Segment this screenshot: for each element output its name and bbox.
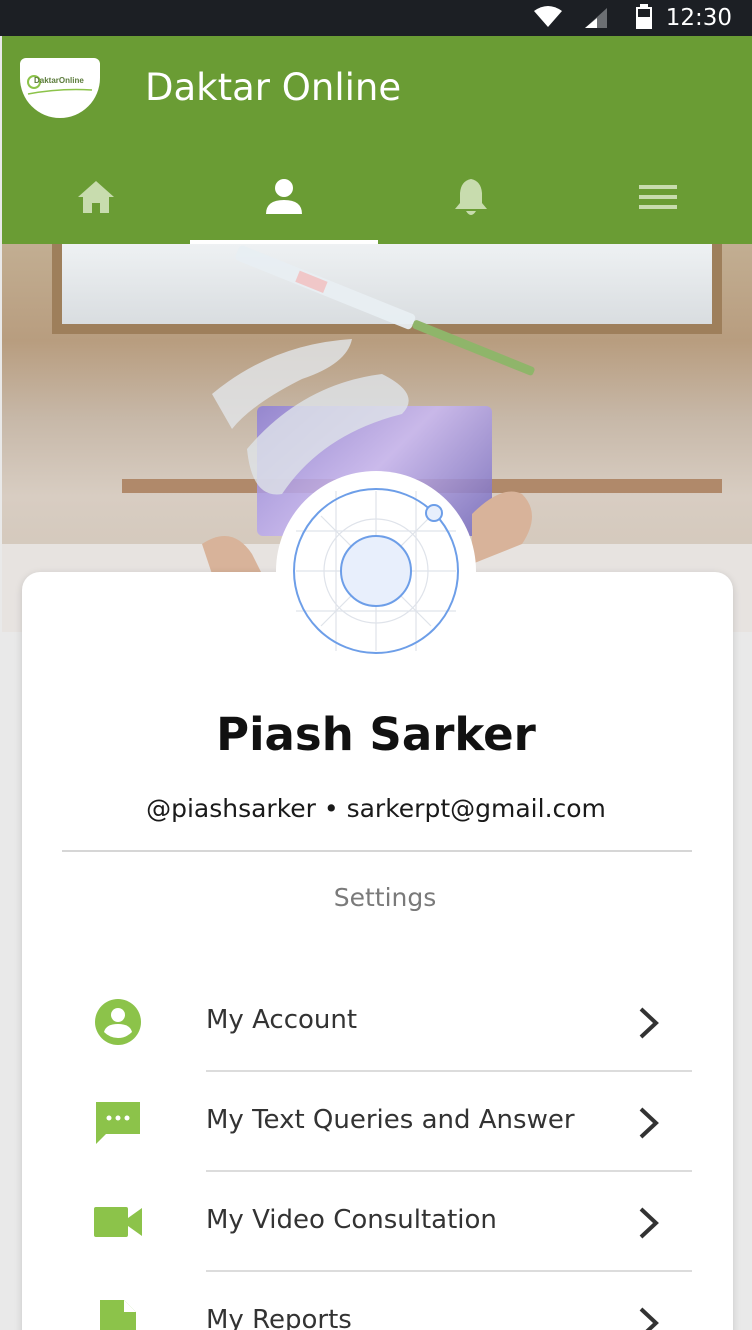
avatar[interactable]: [276, 471, 476, 671]
account-circle-icon: [95, 999, 141, 1045]
logo-text: DaktarOnline: [34, 76, 84, 85]
bell-icon: [455, 179, 487, 215]
menu-item-label: My Video Consultation: [206, 1205, 497, 1235]
menu-item-text-queries[interactable]: My Text Queries and Answer: [0, 1072, 752, 1172]
app-title: Daktar Online: [145, 66, 402, 109]
menu-item-label: My Text Queries and Answer: [206, 1105, 575, 1135]
chevron-right-icon: [639, 1107, 659, 1139]
status-bar: 12:30: [0, 0, 752, 36]
menu-item-my-reports[interactable]: My Reports: [0, 1272, 752, 1330]
person-icon: [266, 179, 302, 214]
chat-icon: [96, 1102, 140, 1144]
menu-item-label: My Reports: [206, 1305, 352, 1330]
tab-home[interactable]: [2, 164, 190, 244]
settings-heading: Settings: [333, 883, 437, 912]
battery-icon: [636, 4, 652, 29]
home-icon: [78, 181, 114, 213]
menu-item-label: My Account: [206, 1005, 358, 1035]
wifi-icon: [534, 6, 562, 27]
signal-icon: [585, 8, 607, 28]
tab-menu[interactable]: [564, 164, 752, 244]
chevron-right-icon: [639, 1307, 659, 1330]
menu-item-video-consultation[interactable]: My Video Consultation: [0, 1172, 752, 1272]
chevron-right-icon: [639, 1207, 659, 1239]
logo-mark-icon: [27, 75, 93, 95]
profile-name: Piash Sarker: [216, 708, 536, 761]
app-logo: DaktarOnline: [20, 58, 100, 118]
tab-profile[interactable]: [190, 164, 378, 244]
avatar-placeholder-icon: [293, 488, 459, 654]
menu-item-my-account[interactable]: My Account: [0, 972, 752, 1072]
document-icon: [100, 1300, 136, 1330]
divider: [62, 850, 692, 852]
app-bar: DaktarOnline Daktar Online: [2, 36, 752, 244]
hamburger-icon: [639, 185, 677, 209]
status-time: 12:30: [665, 5, 732, 31]
tab-notifications[interactable]: [377, 164, 565, 244]
video-camera-icon: [94, 1207, 142, 1237]
chevron-right-icon: [639, 1007, 659, 1039]
profile-username-email: @piashsarker • sarkerpt@gmail.com: [146, 794, 606, 823]
